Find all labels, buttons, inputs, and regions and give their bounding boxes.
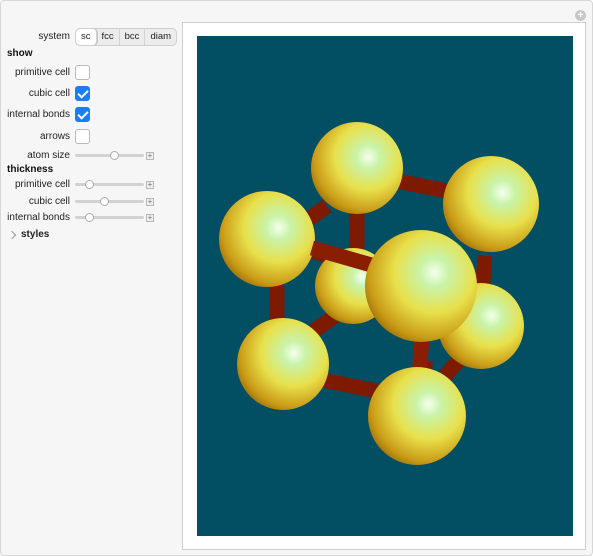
thickness-cubic-cell-label: cubic cell <box>28 196 70 207</box>
show-arrows-checkbox[interactable] <box>75 129 90 144</box>
show-arrows-label: arrows <box>39 131 70 142</box>
atom-size-slider[interactable] <box>75 151 144 160</box>
plus-circle-icon[interactable]: + <box>575 10 586 21</box>
styles-label: styles <box>21 229 50 240</box>
atom-size-label: atom size <box>27 150 70 161</box>
show-section-title: show <box>7 48 33 59</box>
atom <box>368 367 466 465</box>
plus-icon[interactable]: + <box>146 214 154 222</box>
system-label: system <box>38 31 70 42</box>
controls-panel: system sc fcc bcc diam show primitive ce… <box>1 1 179 556</box>
show-internal-bonds-label: internal bonds <box>7 109 70 120</box>
system-option-diam[interactable]: diam <box>145 29 176 45</box>
thickness-internal-bonds-label: internal bonds <box>7 212 70 223</box>
styles-toggle[interactable]: styles <box>7 229 50 240</box>
atom <box>237 318 329 410</box>
app-window: + system sc fcc bcc diam show primitive … <box>0 0 593 556</box>
thickness-internal-bonds-slider[interactable] <box>75 213 144 222</box>
crystal-viewport[interactable] <box>197 36 573 536</box>
system-option-sc[interactable]: sc <box>76 29 97 45</box>
atom <box>365 230 477 342</box>
show-primitive-cell-label: primitive cell <box>14 67 70 78</box>
thickness-primitive-cell-slider[interactable] <box>75 180 144 189</box>
plus-icon[interactable]: + <box>146 181 154 189</box>
chevron-right-icon <box>7 230 17 239</box>
show-cubic-cell-label: cubic cell <box>28 88 70 99</box>
plus-icon[interactable]: + <box>146 198 154 206</box>
atom <box>311 122 403 214</box>
system-selector[interactable]: sc fcc bcc diam <box>75 28 178 46</box>
plus-icon[interactable]: + <box>146 152 154 160</box>
thickness-primitive-cell-slider-thumb[interactable] <box>85 180 95 189</box>
atom <box>443 156 539 252</box>
thickness-cubic-cell-slider[interactable] <box>75 197 144 206</box>
bond <box>304 199 332 226</box>
crystal-structure-graphic[interactable] <box>197 36 573 536</box>
atom-size-slider-thumb[interactable] <box>109 151 119 160</box>
system-option-bcc[interactable]: bcc <box>120 29 146 45</box>
thickness-primitive-cell-label: primitive cell <box>14 179 70 190</box>
show-internal-bonds-checkbox[interactable] <box>75 107 90 122</box>
thickness-cubic-cell-slider-thumb[interactable] <box>100 197 110 206</box>
system-option-fcc[interactable]: fcc <box>97 29 120 45</box>
bond <box>395 173 449 199</box>
thickness-section-title: thickness <box>7 164 54 175</box>
show-cubic-cell-checkbox[interactable] <box>75 86 90 101</box>
show-primitive-cell-checkbox[interactable] <box>75 65 90 80</box>
bond <box>315 371 379 399</box>
thickness-internal-bonds-slider-thumb[interactable] <box>85 213 95 222</box>
atom <box>219 191 315 287</box>
